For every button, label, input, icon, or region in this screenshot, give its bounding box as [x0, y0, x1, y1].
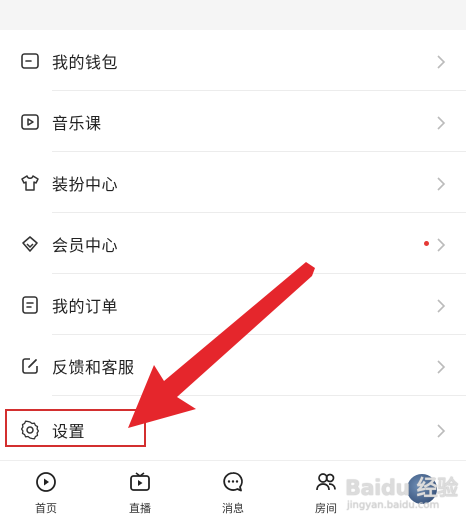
chevron-right-icon [436, 359, 446, 374]
chevron-right-icon [436, 237, 446, 252]
users-icon [315, 471, 337, 493]
menu-item-feedback[interactable]: 反馈和客服 [0, 335, 466, 396]
chat-bubble-icon [222, 471, 244, 493]
tab-label: 消息 [222, 502, 244, 515]
menu-item-wallet[interactable]: 我的钱包 [0, 30, 466, 91]
vip-diamond-icon [20, 234, 40, 254]
tv-live-icon [129, 471, 151, 493]
divider [52, 395, 466, 396]
menu-item-label: 反馈和客服 [52, 357, 135, 377]
watermark: Baidu 经验 jingyan.baidu.com [345, 470, 463, 516]
menu-item-label: 我的订单 [52, 296, 119, 316]
menu-item-label: 会员中心 [52, 235, 119, 255]
tab-messages[interactable]: 消息 [198, 461, 268, 520]
top-strip [0, 0, 466, 30]
chevron-right-icon [436, 176, 446, 191]
watermark-text: Baidu 经验 [345, 476, 458, 500]
order-list-icon [20, 295, 40, 315]
tab-label: 首页 [35, 502, 57, 515]
feedback-edit-icon [20, 356, 40, 376]
chevron-right-icon [436, 423, 446, 438]
tshirt-icon [20, 173, 40, 193]
menu-item-label: 音乐课 [52, 113, 102, 133]
tab-label: 直播 [129, 502, 151, 515]
menu-item-music-course[interactable]: 音乐课 [0, 91, 466, 152]
tab-live[interactable]: 直播 [105, 461, 175, 520]
tab-home[interactable]: 首页 [11, 461, 81, 520]
notification-dot [424, 241, 429, 246]
chevron-right-icon [436, 298, 446, 313]
menu-item-label: 装扮中心 [52, 174, 119, 194]
annotation-highlight-box [5, 409, 146, 447]
menu-item-label: 我的钱包 [52, 52, 119, 72]
chevron-right-icon [436, 115, 446, 130]
menu-item-dressup-center[interactable]: 装扮中心 [0, 152, 466, 213]
home-play-icon [35, 471, 57, 493]
chevron-right-icon [436, 54, 446, 69]
wallet-icon [20, 51, 40, 71]
menu-item-my-orders[interactable]: 我的订单 [0, 274, 466, 335]
menu-list: 我的钱包 音乐课 装扮中心 会员中心 我的订单 反馈和客服 设置 [0, 30, 466, 460]
menu-item-vip-center[interactable]: 会员中心 [0, 213, 466, 274]
watermark-subtext: jingyan.baidu.com [347, 500, 440, 511]
play-square-icon [20, 112, 40, 132]
